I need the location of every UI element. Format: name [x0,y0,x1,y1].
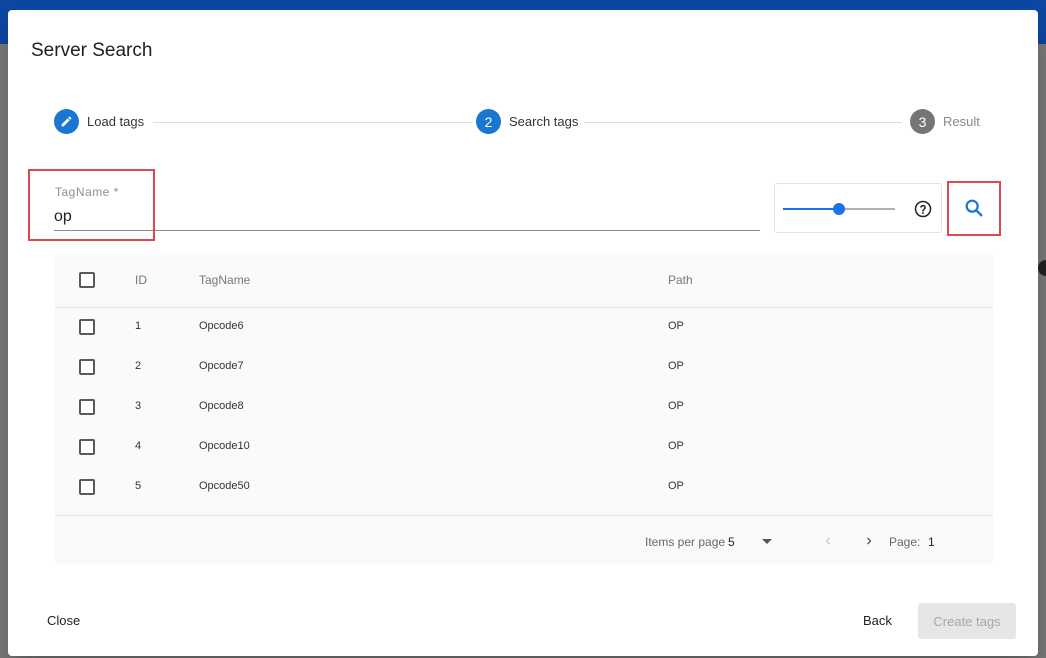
help-circle-icon[interactable] [914,200,932,218]
cell-path: OP [668,400,684,412]
create-tags-button[interactable]: Create tags [918,603,1016,639]
row-checkbox[interactable] [79,439,95,455]
tags-table: ID TagName Path 1 Opcode6 OP 2 Opcode7 O… [55,253,993,564]
server-search-dialog: Server Search Load tags 2 Search tags 3 … [8,10,1038,656]
cell-tagname: Opcode8 [199,400,244,412]
cell-id: 2 [135,360,142,372]
row-checkbox[interactable] [79,399,95,415]
row-checkbox[interactable] [79,359,95,375]
step-load-tags[interactable]: Load tags [54,109,144,134]
step-number: 3 [910,109,935,134]
highlight-annotation [28,169,155,241]
back-button[interactable]: Back [863,613,892,628]
step-label: Result [943,114,980,129]
table-row[interactable]: 2 Opcode7 OP [55,347,993,387]
column-header-tagname[interactable]: TagName [199,273,250,287]
cell-path: OP [668,440,684,452]
step-label: Search tags [509,114,579,129]
cell-tagname: Opcode6 [199,320,244,332]
cell-path: OP [668,360,684,372]
cell-path: OP [668,480,684,492]
match-slider-container [774,183,942,233]
table-row[interactable]: 3 Opcode8 OP [55,387,993,427]
dropdown-arrow-icon[interactable] [761,538,773,546]
page-label: Page: [889,535,921,549]
row-checkbox[interactable] [79,319,95,335]
close-button[interactable]: Close [47,613,80,628]
dialog-title: Server Search [31,40,153,61]
page-number: 1 [928,535,935,549]
table-header: ID TagName Path [55,253,993,308]
stepper-connector [584,122,902,123]
table-row[interactable]: 4 Opcode10 OP [55,427,993,467]
slider-thumb[interactable] [833,203,845,215]
next-page-icon[interactable] [862,534,876,548]
column-header-id[interactable]: ID [135,273,147,287]
table-paginator: Items per page 5 Page: 1 [55,515,993,565]
cell-tagname: Opcode7 [199,360,244,372]
row-checkbox[interactable] [79,479,95,495]
cell-tagname: Opcode10 [199,440,250,452]
pencil-icon [54,109,79,134]
step-label: Load tags [87,114,145,129]
table-row[interactable]: 5 Opcode50 OP [55,467,993,507]
previous-page-icon[interactable] [821,534,835,548]
slider-track-active [783,208,839,210]
cell-id: 3 [135,400,142,412]
cell-id: 4 [135,440,142,452]
step-search-tags[interactable]: 2 Search tags [476,109,578,134]
stepper-connector [153,122,473,123]
tagname-input[interactable] [54,204,759,230]
slider-track-inactive [839,208,895,210]
tagname-underline [54,230,760,231]
cell-tagname: Opcode50 [199,480,250,492]
table-row[interactable]: 1 Opcode6 OP [55,307,993,347]
items-per-page-label: Items per page [645,535,726,549]
select-all-checkbox[interactable] [79,272,95,288]
cell-id: 1 [135,320,142,332]
items-per-page-select[interactable]: 5 [728,535,735,549]
highlight-annotation [947,181,1001,236]
cell-id: 5 [135,480,142,492]
step-number: 2 [476,109,501,134]
step-result[interactable]: 3 Result [910,109,980,134]
column-header-path[interactable]: Path [668,273,693,287]
cell-path: OP [668,320,684,332]
